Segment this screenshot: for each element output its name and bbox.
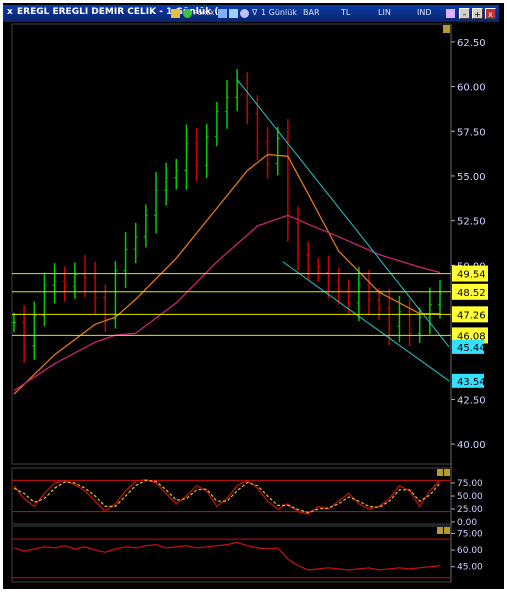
price-tick-label: 62.50 [457, 38, 486, 49]
price-panel-button[interactable] [443, 25, 450, 33]
sub-tick-label: 50.00 [457, 492, 483, 502]
level-label-text: 49.54 [457, 270, 486, 281]
level-label-text: 48.52 [457, 288, 486, 299]
horizontal-levels[interactable] [12, 273, 451, 336]
sub-tick-label: 25.00 [457, 505, 483, 515]
trend-label-text: 45.44 [457, 343, 486, 354]
trendline-upper [236, 79, 450, 348]
price-panel-border [11, 23, 452, 465]
oscillator-panel-border [11, 525, 452, 583]
price-bars [12, 69, 442, 363]
price-tick-label: 40.00 [457, 440, 486, 451]
oscillator-panel-button-1[interactable] [437, 527, 443, 534]
oscillator-line [13, 541, 441, 571]
ma-long-line [13, 214, 441, 392]
moving-averages [13, 153, 441, 395]
level-labels: 49.5448.5247.2646.0845.4443.54 [452, 265, 488, 388]
ma-short-line [13, 153, 440, 395]
level-label-text: 47.26 [457, 310, 486, 321]
price-tick-label: 57.50 [457, 127, 486, 138]
chart-area[interactable]: 62.50 60.00 57.50 55.00 52.50 50.00 42.50 40.00… [0, 0, 507, 592]
stochastic-panel-button-1[interactable] [437, 469, 443, 476]
stochastic-lines [12, 478, 451, 515]
sub-tick-label: 75.00 [457, 479, 483, 489]
stochastic-axis: 75.00 50.00 25.00 0.00 [451, 479, 483, 528]
price-axis: 62.5060.0057.5055.0052.5050.0042.5040.00 [451, 38, 486, 451]
trend-label-text: 43.54 [457, 377, 486, 388]
oscillator-lines [12, 538, 451, 579]
price-tick-label: 55.00 [457, 172, 486, 183]
price-tick-label: 42.50 [457, 395, 486, 406]
price-tick-label: 52.50 [457, 217, 486, 228]
sub-tick-label: 0.00 [457, 518, 477, 528]
oscillator-panel-button-2[interactable] [444, 527, 450, 534]
sub-tick-label: 45.00 [457, 563, 483, 573]
oscillator-axis: 75.00 60.00 45.00 [451, 530, 483, 573]
sub-tick-label: 60.00 [457, 546, 483, 556]
price-tick-label: 60.00 [457, 83, 486, 94]
sub-tick-label: 75.00 [457, 530, 483, 540]
stochastic-panel-button-2[interactable] [444, 469, 450, 476]
